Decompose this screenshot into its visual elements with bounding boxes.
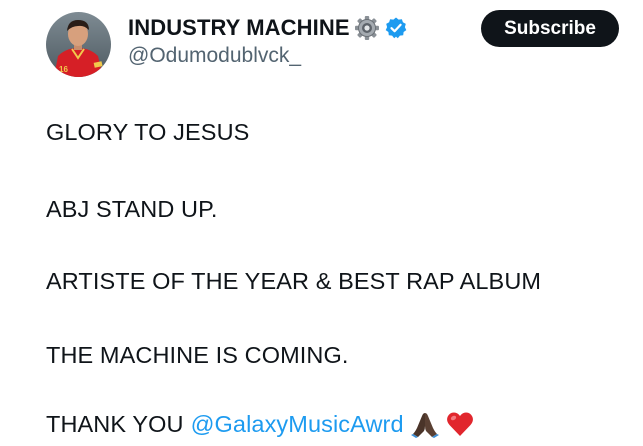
display-name-row: INDUSTRY MACHINE (128, 14, 408, 42)
tweet-text-line: GLORY TO JESUS (46, 119, 250, 145)
tweet-text-line: ABJ STAND UP. (46, 196, 218, 222)
tweet-card: 16 INDUSTRY MACHINE @Odumodublvck_ Subsc… (0, 0, 643, 446)
subscribe-button[interactable]: Subscribe (481, 10, 619, 47)
gear-icon (354, 15, 380, 41)
tweet-text-line: THE MACHINE IS COMING. (46, 342, 349, 368)
thank-you-text: THANK YOU (46, 410, 184, 437)
red-heart-icon (446, 411, 474, 437)
tweet-text-line: ARTISTE OF THE YEAR & BEST RAP ALBUM (46, 268, 542, 294)
tweet-text-line-last: THANK YOU @GalaxyMusicAwrd (46, 410, 474, 438)
display-name[interactable]: INDUSTRY MACHINE (128, 15, 350, 41)
user-handle[interactable]: @Odumodublvck_ (128, 44, 301, 68)
avatar-jersey-number: 16 (59, 65, 68, 74)
verified-badge-icon (384, 16, 408, 40)
mention-link[interactable]: @GalaxyMusicAwrd (191, 411, 404, 438)
praying-hands-icon (410, 410, 440, 438)
avatar[interactable]: 16 (46, 12, 111, 77)
